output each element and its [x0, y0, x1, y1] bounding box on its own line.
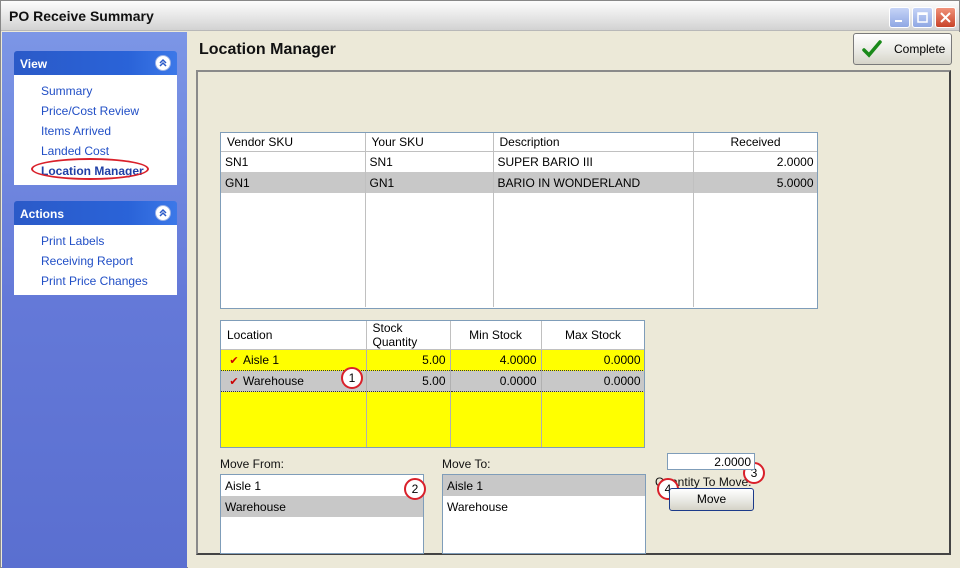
- actions-panel: Actions Print Labels Receiving Report Pr…: [14, 201, 177, 295]
- move-button[interactable]: Move: [669, 488, 754, 511]
- close-button[interactable]: [935, 7, 956, 28]
- empty-row: [221, 193, 817, 307]
- content-frame: Vendor SKU Your SKU Description Received…: [196, 70, 951, 555]
- move-to-list[interactable]: Aisle 1 Warehouse: [442, 474, 646, 554]
- complete-button[interactable]: Complete: [853, 33, 952, 65]
- received-cell: 5.0000: [693, 172, 817, 193]
- move-from-option[interactable]: Warehouse: [221, 496, 423, 517]
- col-vendor-sku[interactable]: Vendor SKU: [221, 133, 366, 152]
- vendor-sku-cell: GN1: [221, 172, 366, 193]
- col-location[interactable]: Location: [221, 321, 367, 350]
- actions-panel-header[interactable]: Actions: [14, 201, 177, 225]
- move-to-label: Move To:: [442, 457, 491, 471]
- table-row[interactable]: ✔ Warehouse 5.00 0.0000 0.0000: [221, 370, 644, 392]
- callout-2: 2: [404, 478, 426, 500]
- max-stock-cell: 0.0000: [541, 349, 644, 371]
- description-cell: BARIO IN WONDERLAND: [493, 172, 694, 193]
- collapse-view-button[interactable]: [155, 55, 171, 71]
- your-sku-cell: SN1: [365, 151, 494, 172]
- table-row[interactable]: SN1 SN1 SUPER BARIO III 2.0000: [221, 151, 817, 172]
- close-icon: [940, 12, 951, 23]
- checkmark-icon: ✔: [229, 355, 239, 367]
- po-receive-summary-window: PO Receive Summary View Summary Price/Co…: [0, 0, 960, 568]
- view-panel-title: View: [20, 57, 48, 71]
- stock-quantity-cell: 5.00: [366, 370, 451, 392]
- page-title: Location Manager: [199, 41, 336, 58]
- actions-panel-title: Actions: [20, 207, 65, 221]
- nav-items-arrived[interactable]: Items Arrived: [15, 120, 176, 140]
- view-panel: View Summary Price/Cost Review Items Arr…: [14, 51, 177, 185]
- window-title: PO Receive Summary: [9, 8, 154, 24]
- nav-price-cost-review[interactable]: Price/Cost Review: [15, 100, 176, 120]
- move-from-option[interactable]: Aisle 1: [221, 475, 423, 496]
- col-max-stock[interactable]: Max Stock: [541, 321, 644, 350]
- received-cell: 2.0000: [693, 151, 817, 172]
- action-receiving-report[interactable]: Receiving Report: [15, 250, 176, 270]
- complete-label: Complete: [894, 42, 946, 56]
- move-to-option[interactable]: Aisle 1: [443, 475, 645, 496]
- col-min-stock[interactable]: Min Stock: [450, 321, 542, 350]
- main-area: Location Manager Complete Vendor SKU You…: [188, 32, 960, 568]
- double-chevron-up-icon: [159, 58, 167, 67]
- col-stock-quantity[interactable]: Stock Quantity: [366, 321, 451, 350]
- view-panel-body: Summary Price/Cost Review Items Arrived …: [14, 75, 177, 185]
- stock-quantity-cell: 5.00: [366, 349, 451, 371]
- location-name: Aisle 1: [243, 353, 280, 367]
- maximize-icon: [917, 12, 928, 23]
- table-row[interactable]: ✔ Aisle 1 5.00 4.0000 0.0000: [221, 349, 644, 371]
- location-cell: ✔ Aisle 1: [221, 349, 367, 371]
- quantity-to-move-input[interactable]: [667, 453, 755, 470]
- actions-panel-body: Print Labels Receiving Report Print Pric…: [14, 225, 177, 295]
- action-print-labels[interactable]: Print Labels: [15, 230, 176, 250]
- col-received[interactable]: Received: [693, 133, 817, 152]
- min-stock-cell: 0.0000: [450, 370, 542, 392]
- location-name: Warehouse: [243, 374, 304, 388]
- checkmark-icon: [862, 40, 882, 58]
- location-grid-header: Location Stock Quantity Min Stock Max St…: [221, 321, 644, 350]
- col-your-sku[interactable]: Your SKU: [365, 133, 494, 152]
- highlight-ring: [31, 158, 149, 180]
- max-stock-cell: 0.0000: [541, 370, 644, 392]
- nav-summary[interactable]: Summary: [15, 80, 176, 100]
- nav-location-manager[interactable]: Location Manager: [15, 158, 176, 180]
- view-panel-header[interactable]: View: [14, 51, 177, 75]
- callout-1: 1: [341, 367, 363, 389]
- double-chevron-up-icon: [159, 208, 167, 217]
- items-grid: Vendor SKU Your SKU Description Received…: [220, 132, 818, 309]
- action-print-price-changes[interactable]: Print Price Changes: [15, 270, 176, 290]
- your-sku-cell: GN1: [365, 172, 494, 193]
- min-stock-cell: 4.0000: [450, 349, 542, 371]
- nav-landed-cost[interactable]: Landed Cost: [15, 140, 176, 160]
- checkmark-icon: ✔: [229, 376, 239, 388]
- empty-row: [221, 391, 644, 447]
- title-bar: PO Receive Summary: [1, 1, 959, 31]
- sidebar: View Summary Price/Cost Review Items Arr…: [2, 32, 187, 568]
- location-grid: Location Stock Quantity Min Stock Max St…: [220, 320, 645, 448]
- move-to-option[interactable]: Warehouse: [443, 496, 645, 517]
- maximize-button[interactable]: [912, 7, 933, 28]
- move-from-label: Move From:: [220, 457, 285, 471]
- minimize-button[interactable]: [889, 7, 910, 28]
- table-row[interactable]: GN1 GN1 BARIO IN WONDERLAND 5.0000: [221, 172, 817, 193]
- description-cell: SUPER BARIO III: [493, 151, 694, 172]
- minimize-icon: [895, 20, 902, 22]
- vendor-sku-cell: SN1: [221, 151, 366, 172]
- collapse-actions-button[interactable]: [155, 205, 171, 221]
- col-description[interactable]: Description: [493, 133, 694, 152]
- move-from-list[interactable]: Aisle 1 Warehouse: [220, 474, 424, 554]
- items-grid-header: Vendor SKU Your SKU Description Received: [221, 133, 817, 152]
